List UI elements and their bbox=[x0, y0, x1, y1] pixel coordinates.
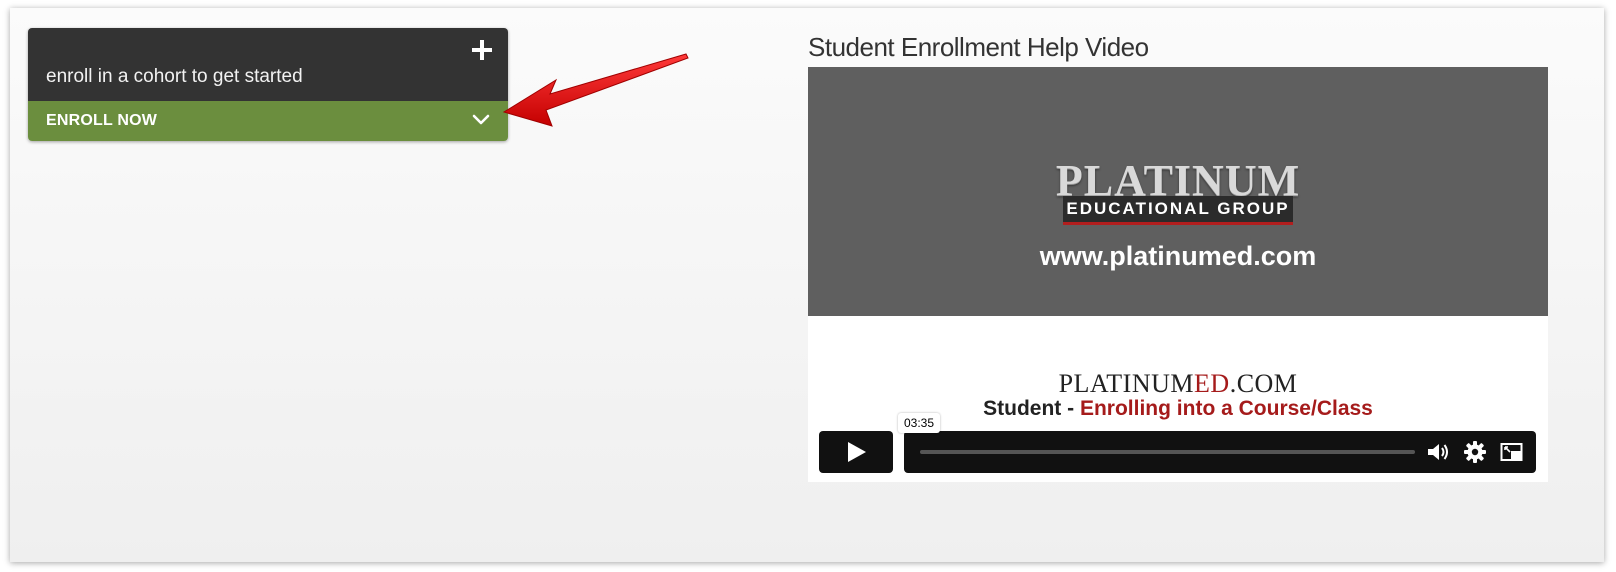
site-url: www.platinumed.com bbox=[1039, 241, 1317, 271]
play-button[interactable] bbox=[819, 431, 893, 473]
enroll-card: enroll in a cohort to get started ENROLL… bbox=[28, 28, 508, 141]
enroll-now-button[interactable]: ENROLL NOW bbox=[28, 101, 508, 141]
duration-tooltip: 03:35 bbox=[898, 413, 941, 433]
red-arrow-icon bbox=[502, 53, 689, 127]
brand-line: PLATINUMED.COM bbox=[808, 369, 1548, 399]
plus-icon[interactable] bbox=[470, 38, 494, 62]
picture-in-picture-icon[interactable] bbox=[1500, 440, 1524, 464]
video-player[interactable]: PLATINUM EDUCATIONAL GROUP www.platinume… bbox=[808, 67, 1548, 482]
chevron-down-icon[interactable] bbox=[472, 111, 490, 129]
brand-ed: ED bbox=[1194, 369, 1230, 398]
video-thumbnail: PLATINUM EDUCATIONAL GROUP www.platinume… bbox=[808, 67, 1548, 316]
progress-bar[interactable] bbox=[920, 450, 1415, 454]
volume-icon[interactable] bbox=[1426, 440, 1450, 464]
subtitle-highlight: Enrolling into a Course/Class bbox=[1079, 397, 1373, 420]
brand-main: PLATINUM bbox=[1058, 369, 1195, 398]
subtitle-prefix: Student - bbox=[983, 397, 1080, 420]
player-controls bbox=[904, 431, 1536, 473]
gear-icon[interactable] bbox=[1463, 440, 1487, 464]
video-title: Student Enrollment Help Video bbox=[808, 32, 1149, 62]
enroll-card-header: enroll in a cohort to get started bbox=[28, 28, 508, 101]
enroll-now-label: ENROLL NOW bbox=[46, 112, 158, 129]
logo-band: EDUCATIONAL GROUP bbox=[1063, 196, 1293, 225]
brand-tail: .COM bbox=[1229, 369, 1298, 398]
enroll-prompt: enroll in a cohort to get started bbox=[46, 66, 303, 87]
play-icon bbox=[848, 442, 866, 462]
